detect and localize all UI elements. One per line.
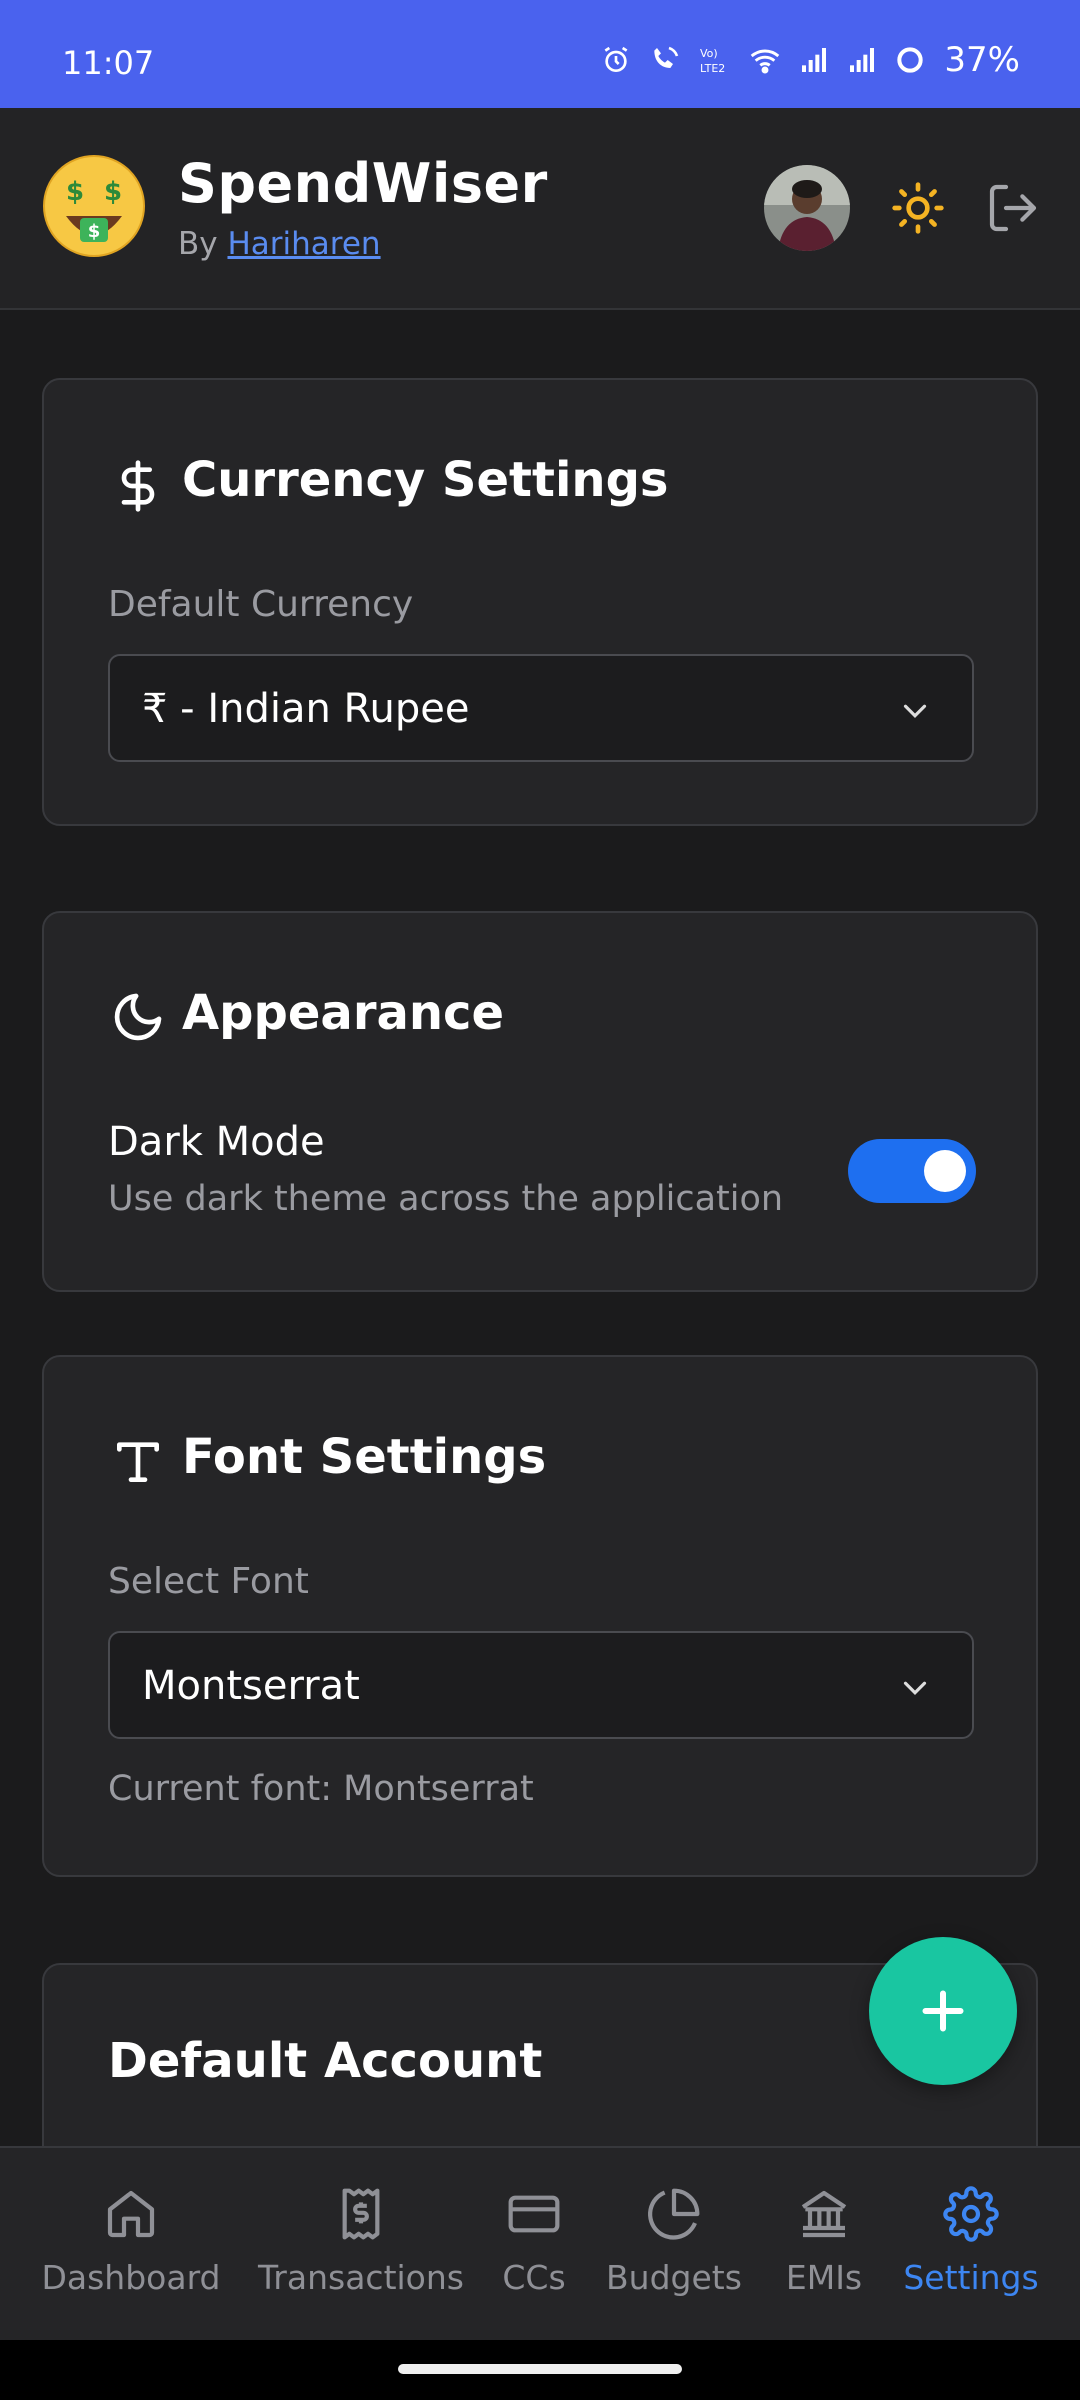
avatar[interactable] <box>764 165 850 251</box>
chevron-down-icon <box>903 704 927 718</box>
wifi-call-icon <box>654 46 679 68</box>
font-settings-card: Font Settings Select Font Montserrat Cur… <box>42 1355 1038 1877</box>
volte-icon: Vo) LTE2 <box>700 47 725 75</box>
nav-item-transactions[interactable]: Transactions <box>254 2186 468 2316</box>
field-label: Select Font <box>108 1561 309 1602</box>
svg-text:LTE2: LTE2 <box>700 62 725 75</box>
moon-icon <box>114 993 162 1041</box>
add-transaction-button[interactable] <box>869 1937 1017 2085</box>
gesture-bar <box>0 2340 1080 2400</box>
pie-chart-icon <box>648 2188 700 2240</box>
nav-label: EMIs <box>785 2258 863 2297</box>
nav-item-dashboard[interactable]: Dashboard <box>40 2186 222 2316</box>
svg-text:Vo): Vo) <box>700 47 718 60</box>
dark-mode-description: Use dark theme across the application <box>108 1179 784 1219</box>
home-indicator[interactable] <box>398 2364 682 2374</box>
money-mouth-face-icon: $ $ $ <box>43 155 145 257</box>
home-icon <box>107 2190 155 2238</box>
nav-item-budgets[interactable]: Budgets <box>604 2186 744 2316</box>
nav-label: Settings <box>903 2258 1039 2297</box>
nav-label: Transactions <box>258 2258 464 2297</box>
field-label: Default Currency <box>108 584 414 625</box>
card-title: Default Account <box>108 2033 543 2089</box>
nav-label: CCs <box>502 2258 566 2297</box>
chevron-down-icon <box>903 1681 927 1695</box>
dollar-icon <box>121 460 155 512</box>
logout-icon[interactable] <box>985 180 1041 236</box>
signal-icon <box>802 48 827 72</box>
card-title: Appearance <box>182 985 505 1041</box>
dark-mode-label: Dark Mode <box>108 1119 325 1165</box>
plus-icon <box>922 1990 964 2032</box>
card-title: Currency Settings <box>182 452 669 508</box>
receipt-icon <box>342 2188 380 2240</box>
select-value: ₹ - Indian Rupee <box>142 686 470 732</box>
toggle-knob <box>924 1150 966 1192</box>
battery-saver-icon <box>897 47 924 73</box>
credit-card-icon <box>508 2195 560 2233</box>
bottom-nav: Dashboard Transactions CCs Budgets EMIs … <box>0 2146 1080 2340</box>
currency-settings-card: Currency Settings Default Currency ₹ - I… <box>42 378 1038 826</box>
wifi-icon <box>751 49 780 74</box>
status-time: 11:07 <box>62 44 155 82</box>
author-link[interactable]: Hariharen <box>227 226 380 262</box>
card-title: Font Settings <box>182 1429 547 1485</box>
select-value: Montserrat <box>142 1663 360 1709</box>
currency-select[interactable]: ₹ - Indian Rupee <box>108 654 974 762</box>
nav-label: Budgets <box>606 2258 742 2297</box>
app-header: $ $ $ SpendWiser By Hariharen <box>0 108 1080 310</box>
svg-text:$: $ <box>88 221 101 242</box>
current-font-text: Current font: Montserrat <box>108 1769 534 1809</box>
byline-prefix: By <box>178 226 218 262</box>
signal-icon <box>850 48 875 72</box>
alarm-icon <box>605 46 628 72</box>
type-icon <box>117 1442 160 1482</box>
dark-mode-toggle[interactable] <box>848 1139 976 1203</box>
svg-text:$: $ <box>66 177 84 207</box>
bank-icon <box>801 2190 847 2238</box>
app-title: SpendWiser <box>178 152 548 215</box>
nav-item-settings[interactable]: Settings <box>900 2186 1042 2316</box>
status-icons: Vo) LTE2 37% <box>600 40 1020 80</box>
sun-icon[interactable] <box>890 180 946 236</box>
nav-label: Dashboard <box>41 2258 221 2297</box>
nav-item-ccs[interactable]: CCs <box>494 2186 574 2316</box>
font-select[interactable]: Montserrat <box>108 1631 974 1739</box>
nav-item-emis[interactable]: EMIs <box>780 2186 868 2316</box>
app-byline: By Hariharen <box>178 226 381 262</box>
battery-percent: 37% <box>944 40 1020 80</box>
svg-text:$: $ <box>104 177 122 207</box>
status-bar: 11:07 Vo) LTE2 37% <box>0 0 1080 108</box>
gear-icon <box>943 2186 999 2242</box>
appearance-card: Appearance Dark Mode Use dark theme acro… <box>42 911 1038 1292</box>
